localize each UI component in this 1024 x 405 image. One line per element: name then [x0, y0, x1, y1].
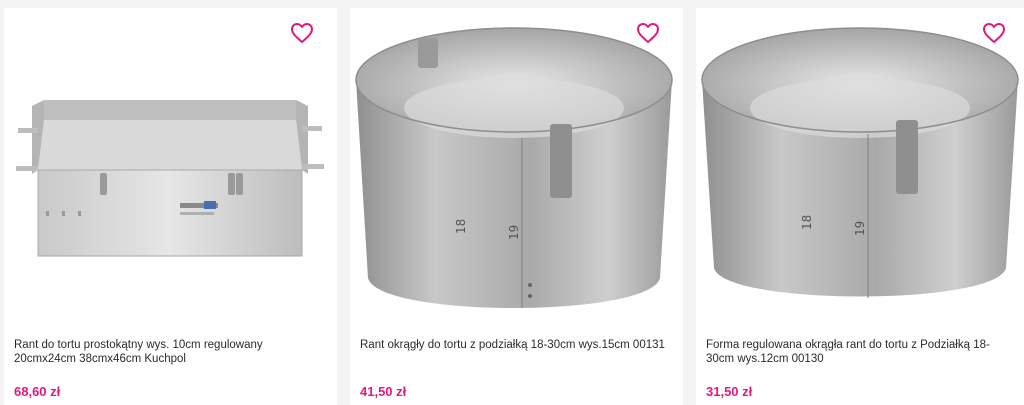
- product-image[interactable]: 18 19: [696, 8, 1024, 328]
- favorite-button[interactable]: [981, 20, 1007, 46]
- svg-text:18: 18: [454, 219, 468, 234]
- product-image[interactable]: 18 19: [350, 8, 683, 328]
- svg-text:19: 19: [853, 221, 867, 236]
- product-grid: Rant do tortu prostokątny wys. 10cm regu…: [0, 0, 1024, 405]
- product-title[interactable]: Forma regulowana okrągła rant do tortu z…: [706, 338, 1017, 366]
- product-price: 31,50 zł: [706, 384, 753, 399]
- svg-text:19: 19: [507, 225, 521, 240]
- favorite-button[interactable]: [289, 20, 315, 46]
- product-price: 41,50 zł: [360, 384, 407, 399]
- product-title[interactable]: Rant do tortu prostokątny wys. 10cm regu…: [14, 338, 325, 366]
- heart-icon: [637, 23, 659, 43]
- product-image[interactable]: [4, 8, 337, 328]
- heart-icon: [983, 23, 1005, 43]
- product-card[interactable]: 18 19 Forma regulowana okrągła rant do t…: [696, 8, 1024, 405]
- product-card[interactable]: 18 19 Rant okrągły do tortu z podziałką …: [350, 8, 683, 405]
- product-title[interactable]: Rant okrągły do tortu z podziałką 18-30c…: [360, 338, 671, 352]
- product-price: 68,60 zł: [14, 384, 61, 399]
- svg-text:18: 18: [800, 215, 814, 230]
- favorite-button[interactable]: [635, 20, 661, 46]
- heart-icon: [291, 23, 313, 43]
- product-card[interactable]: Rant do tortu prostokątny wys. 10cm regu…: [4, 8, 337, 405]
